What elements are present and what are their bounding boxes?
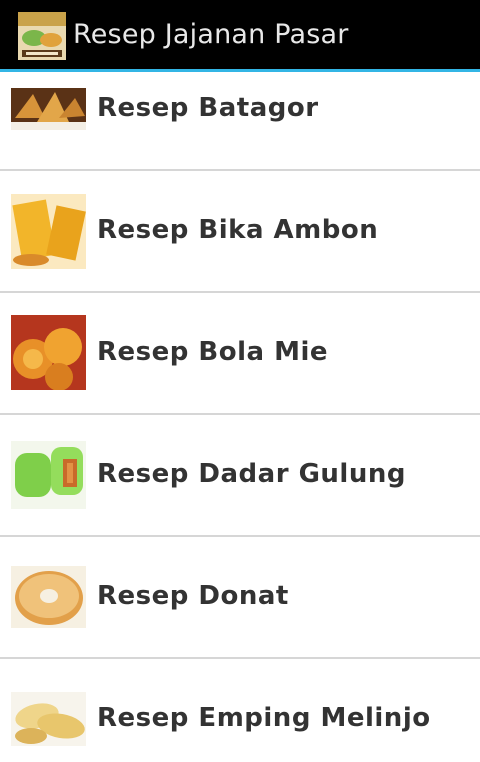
dadar-gulung-thumbnail <box>11 441 86 509</box>
recipe-label: Resep Bola Mie <box>97 337 329 367</box>
recipe-label: Resep Bika Ambon <box>97 215 379 245</box>
recipe-label: Resep Emping Melinjo <box>97 703 431 733</box>
list-item[interactable]: Resep Emping Melinjo <box>0 659 480 762</box>
emping-melinjo-thumbnail <box>11 692 86 746</box>
app-icon[interactable] <box>18 12 66 60</box>
action-bar: Resep Jajanan Pasar <box>0 0 480 72</box>
bika-ambon-thumbnail <box>11 194 86 269</box>
list-item[interactable]: Resep Dadar Gulung <box>0 415 480 537</box>
donat-thumbnail <box>11 566 86 628</box>
list-item[interactable]: Resep Batagor <box>0 72 480 171</box>
recipe-label: Resep Donat <box>97 581 289 611</box>
recipe-label: Resep Dadar Gulung <box>97 459 406 489</box>
list-item[interactable]: Resep Bola Mie <box>0 293 480 415</box>
bola-mie-thumbnail <box>11 315 86 390</box>
batagor-thumbnail <box>11 88 86 130</box>
app-title: Resep Jajanan Pasar <box>73 19 349 50</box>
recipe-label: Resep Batagor <box>97 93 319 123</box>
list-item[interactable]: Resep Bika Ambon <box>0 171 480 293</box>
list-item[interactable]: Resep Donat <box>0 537 480 659</box>
